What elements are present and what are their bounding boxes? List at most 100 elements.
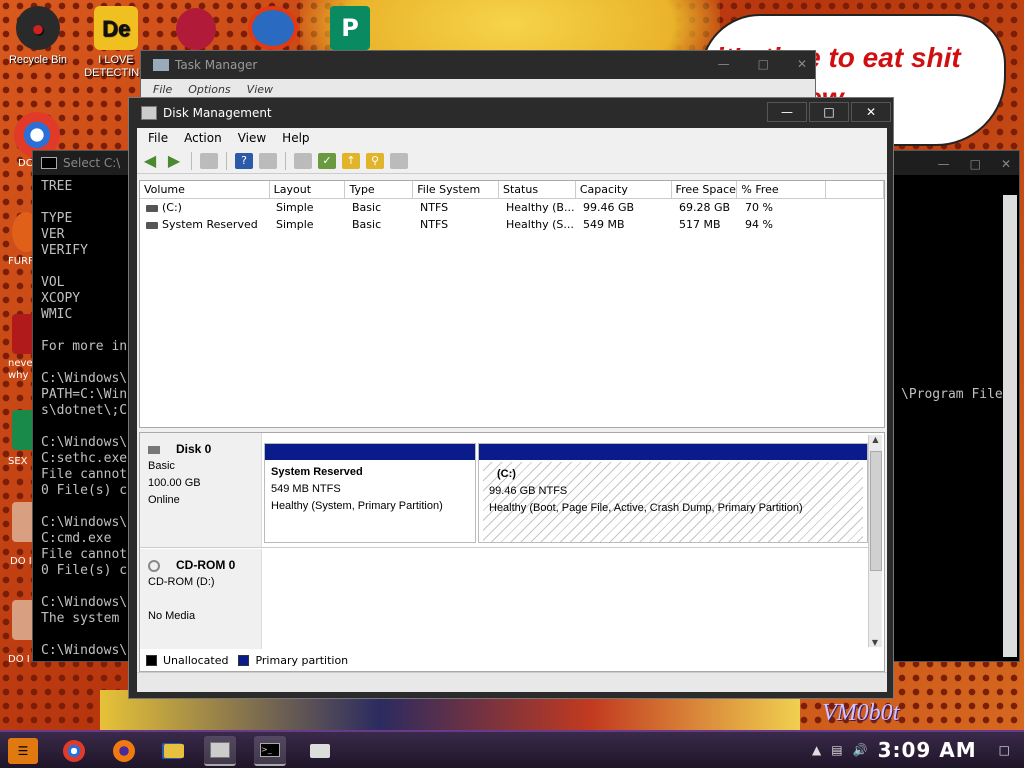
disk-management-controls: — □ ✕	[767, 102, 891, 122]
taskbar-firefox-icon[interactable]	[108, 736, 140, 766]
column-header-type[interactable]: Type	[345, 181, 414, 198]
scroll-down-arrow-icon[interactable]: ▼	[869, 638, 881, 647]
desktop-side-label: DC	[18, 158, 33, 169]
cell-layout: Simple	[276, 218, 314, 231]
search-icon[interactable]: ⚲	[366, 152, 384, 169]
partition-status: Healthy (Boot, Page File, Active, Crash …	[489, 502, 803, 514]
connect-disk-icon[interactable]	[294, 152, 312, 169]
start-button[interactable]: ☰	[8, 738, 38, 764]
disk-0-label[interactable]: Disk 0 Basic 100.00 GB Online	[140, 433, 262, 547]
cell-percent-free: 94 %	[745, 218, 773, 231]
maximize-button[interactable]: □	[970, 157, 981, 171]
primary-partition-band	[479, 444, 867, 460]
graphical-view-scrollbar[interactable]: ▲ ▼	[868, 435, 882, 647]
disk-management-icon	[141, 106, 157, 120]
menu-options[interactable]: Options	[188, 83, 230, 96]
primary-partition-band	[265, 444, 475, 460]
publisher-icon[interactable]: P	[330, 6, 370, 50]
desktop-side-label: DO I	[10, 556, 32, 567]
column-header-percent-free[interactable]: % Free	[737, 181, 827, 198]
maximize-button[interactable]: □	[809, 102, 849, 122]
taskbar-cmd-icon[interactable]: >_	[254, 736, 286, 766]
cdrom-0-media: No Media	[148, 610, 196, 622]
console-view-icon[interactable]	[259, 152, 277, 169]
disk-management-title: Disk Management	[163, 106, 272, 120]
column-header-layout[interactable]: Layout	[270, 181, 346, 198]
column-header-capacity[interactable]: Capacity	[576, 181, 672, 198]
desktop-icon-label: Recycle Bin	[8, 54, 68, 66]
menu-view[interactable]: View	[231, 131, 273, 145]
desktop-app-icon[interactable]	[248, 6, 298, 50]
desktop-icon-recycle-bin[interactable]: ● Recycle Bin	[0, 6, 76, 67]
minimize-button[interactable]: —	[767, 102, 807, 122]
close-button[interactable]: ✕	[1001, 157, 1011, 171]
disk-0-state: Online	[148, 494, 180, 506]
taskbar: ☰ >_ ▲ ▤ 🔊 3:09 AM □	[0, 730, 1024, 768]
column-header-free-space[interactable]: Free Space	[672, 181, 738, 198]
disk-0-type: Basic	[148, 460, 175, 472]
properties-icon[interactable]	[390, 152, 408, 169]
column-header-status[interactable]: Status	[499, 181, 576, 198]
volume-list: Volume Layout Type File System Status Ca…	[139, 180, 885, 428]
network-icon[interactable]: ▤	[831, 743, 842, 757]
disk-0-name: Disk 0	[148, 441, 261, 458]
check-icon[interactable]: ✓	[318, 152, 336, 169]
column-header-volume[interactable]: Volume	[140, 181, 270, 198]
taskbar-file-explorer-icon[interactable]	[158, 736, 190, 766]
hard-disk-icon	[148, 445, 160, 454]
desktop-app-icon[interactable]	[176, 8, 216, 50]
disk-management-window[interactable]: Disk Management — □ ✕ File Action View H…	[128, 97, 894, 699]
unallocated-swatch	[146, 654, 157, 666]
show-hide-console-tree-icon[interactable]	[200, 152, 218, 169]
minimize-button[interactable]: —	[938, 157, 950, 171]
scroll-up-arrow-icon[interactable]: ▲	[869, 435, 882, 444]
column-header-extra[interactable]	[826, 181, 884, 198]
table-row[interactable]: System Reserved Simple Basic NTFS Health…	[140, 216, 884, 233]
close-button[interactable]: ✕	[797, 57, 807, 71]
table-row[interactable]: (C:) Simple Basic NTFS Healthy (B... 99.…	[140, 199, 884, 216]
column-header-file-system[interactable]: File System	[413, 181, 500, 198]
menu-action[interactable]: Action	[177, 131, 229, 145]
clock[interactable]: 3:09 AM	[878, 738, 977, 762]
partition-size: 99.46 GB NTFS	[489, 485, 568, 497]
menu-file[interactable]: File	[141, 131, 175, 145]
partition-system-reserved[interactable]: System Reserved 549 MB NTFS Healthy (Sys…	[264, 443, 476, 543]
action-center-icon[interactable]: □	[999, 743, 1010, 757]
menu-help[interactable]: Help	[275, 131, 316, 145]
partition-info: (C:) 99.46 GB NTFS Healthy (Boot, Page F…	[483, 462, 863, 542]
menu-view[interactable]: View	[247, 83, 273, 96]
partition-name: System Reserved	[271, 466, 363, 478]
drive-icon	[146, 221, 158, 229]
partition-legend: Unallocated Primary partition	[146, 649, 348, 671]
menu-file[interactable]: File	[153, 83, 172, 96]
back-arrow-icon[interactable]: ◀	[141, 151, 159, 170]
show-hidden-icons-icon[interactable]: ▲	[812, 743, 821, 757]
cell-type: Basic	[352, 201, 382, 214]
cmd-scrollbar[interactable]	[1003, 195, 1017, 657]
taskbar-disk-management-icon[interactable]	[204, 736, 236, 766]
cell-percent-free: 70 %	[745, 201, 773, 214]
scrollbar-thumb[interactable]	[870, 451, 882, 571]
toolbar-separator	[191, 151, 192, 170]
minimize-button[interactable]: —	[718, 57, 730, 71]
up-folder-icon[interactable]: ↑	[342, 152, 360, 169]
cell-file-system: NTFS	[420, 218, 449, 231]
disk-management-menu: File Action View Help	[137, 128, 887, 148]
toolbar-separator	[226, 151, 227, 170]
maximize-button[interactable]: □	[758, 57, 769, 71]
task-manager-menu: File Options View	[141, 79, 815, 99]
task-manager-title: Task Manager	[175, 58, 258, 72]
partition-c[interactable]: (C:) 99.46 GB NTFS Healthy (Boot, Page F…	[478, 443, 868, 543]
taskbar-chrome-icon[interactable]	[58, 736, 90, 766]
task-manager-title-bar[interactable]: Task Manager	[141, 51, 815, 79]
disk-0-size: 100.00 GB	[148, 477, 201, 489]
taskbar-usb-drive-icon[interactable]	[304, 736, 336, 766]
partition-size: 549 MB NTFS	[271, 483, 341, 495]
close-button[interactable]: ✕	[851, 102, 891, 122]
volume-name: (C:)	[162, 201, 182, 214]
help-icon[interactable]: ?	[235, 152, 253, 169]
cdrom-0-label[interactable]: CD-ROM 0 CD-ROM (D:) No Media	[140, 549, 262, 649]
forward-arrow-icon[interactable]: ▶	[165, 151, 183, 170]
volume-icon[interactable]: 🔊	[853, 743, 868, 757]
